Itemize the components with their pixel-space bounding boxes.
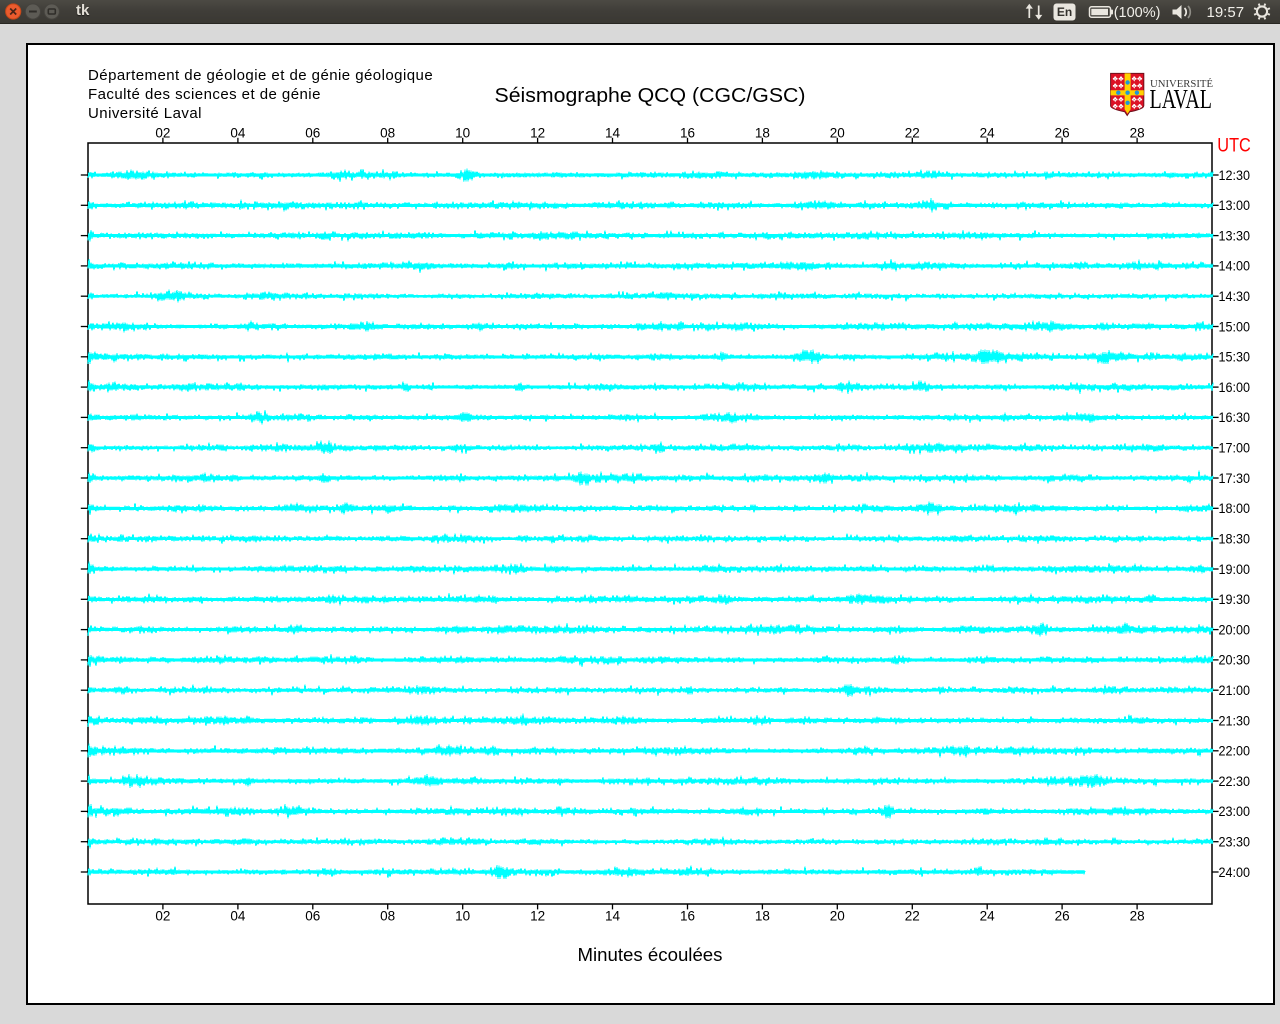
svg-text:(100%): (100%) bbox=[1114, 5, 1161, 21]
svg-text:28: 28 bbox=[1130, 909, 1145, 924]
svg-text:04: 04 bbox=[230, 909, 246, 924]
svg-text:24: 24 bbox=[980, 909, 996, 924]
svg-text:20:30: 20:30 bbox=[1219, 653, 1251, 668]
svg-text:02: 02 bbox=[155, 126, 170, 141]
svg-text:02: 02 bbox=[155, 909, 170, 924]
svg-text:26: 26 bbox=[1055, 909, 1070, 924]
svg-text:16: 16 bbox=[680, 126, 695, 141]
svg-text:16:30: 16:30 bbox=[1219, 410, 1251, 425]
svg-text:En: En bbox=[1057, 5, 1072, 19]
svg-text:12:30: 12:30 bbox=[1219, 168, 1251, 183]
svg-text:24: 24 bbox=[980, 126, 996, 141]
svg-text:18: 18 bbox=[755, 126, 770, 141]
svg-text:22: 22 bbox=[905, 126, 920, 141]
svg-text:16:00: 16:00 bbox=[1219, 380, 1251, 395]
svg-text:14: 14 bbox=[605, 909, 621, 924]
svg-text:18:30: 18:30 bbox=[1219, 532, 1251, 547]
svg-text:13:30: 13:30 bbox=[1219, 228, 1251, 243]
svg-text:16: 16 bbox=[680, 909, 695, 924]
svg-text:22:30: 22:30 bbox=[1219, 774, 1251, 789]
svg-text:20: 20 bbox=[830, 126, 845, 141]
svg-text:LAVAL: LAVAL bbox=[1150, 84, 1213, 114]
svg-text:23:00: 23:00 bbox=[1219, 804, 1251, 819]
svg-text:22: 22 bbox=[905, 909, 920, 924]
svg-text:12: 12 bbox=[530, 909, 545, 924]
svg-text:23:30: 23:30 bbox=[1219, 835, 1251, 850]
svg-text:21:30: 21:30 bbox=[1219, 713, 1251, 728]
svg-text:20:00: 20:00 bbox=[1219, 622, 1251, 637]
svg-text:17:00: 17:00 bbox=[1219, 441, 1251, 456]
svg-text:Minutes écoulées: Minutes écoulées bbox=[578, 945, 723, 965]
svg-text:19:57: 19:57 bbox=[1207, 4, 1245, 21]
svg-text:28: 28 bbox=[1130, 126, 1145, 141]
svg-text:26: 26 bbox=[1055, 126, 1070, 141]
svg-text:17:30: 17:30 bbox=[1219, 471, 1251, 486]
svg-text:14:00: 14:00 bbox=[1219, 259, 1251, 274]
svg-text:21:00: 21:00 bbox=[1219, 683, 1251, 698]
svg-text:12: 12 bbox=[530, 126, 545, 141]
svg-text:14:30: 14:30 bbox=[1219, 289, 1251, 304]
svg-text:06: 06 bbox=[305, 909, 320, 924]
svg-text:24:00: 24:00 bbox=[1219, 865, 1251, 880]
svg-text:08: 08 bbox=[380, 909, 395, 924]
svg-text:10: 10 bbox=[455, 909, 470, 924]
svg-text:22:00: 22:00 bbox=[1219, 744, 1251, 759]
svg-text:06: 06 bbox=[305, 126, 320, 141]
svg-text:19:00: 19:00 bbox=[1219, 562, 1251, 577]
svg-text:20: 20 bbox=[830, 909, 845, 924]
svg-text:19:30: 19:30 bbox=[1219, 592, 1251, 607]
svg-text:15:00: 15:00 bbox=[1219, 319, 1251, 334]
svg-text:18: 18 bbox=[755, 909, 770, 924]
svg-text:18:00: 18:00 bbox=[1219, 501, 1251, 516]
svg-text:13:00: 13:00 bbox=[1219, 198, 1251, 213]
svg-text:15:30: 15:30 bbox=[1219, 350, 1251, 365]
svg-text:04: 04 bbox=[230, 126, 246, 141]
svg-text:14: 14 bbox=[605, 126, 621, 141]
svg-text:10: 10 bbox=[455, 126, 470, 141]
svg-text:Séismographe QCQ (CGC/GSC): Séismographe QCQ (CGC/GSC) bbox=[495, 85, 806, 107]
svg-text:08: 08 bbox=[380, 126, 395, 141]
svg-text:UTC: UTC bbox=[1217, 135, 1251, 157]
